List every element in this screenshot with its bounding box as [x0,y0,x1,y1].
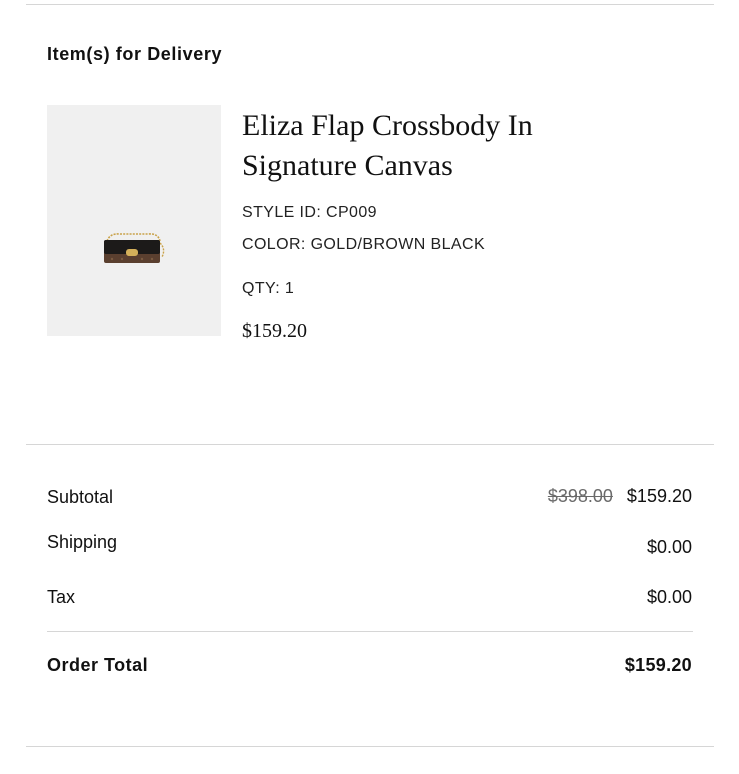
tax-label: Tax [47,587,76,607]
subtotal-original-price: $398.00 [547,486,613,506]
product-price: $159.20 [242,320,307,342]
subtotal-value: $159.20 [626,486,692,506]
product-style-id: STYLE ID: CP009 [242,204,377,221]
product-image[interactable] [47,105,221,336]
crossbody-bag-image [104,233,165,263]
product-color: COLOR: GOLD/BROWN BLACK [242,236,486,253]
subtotal-label: Subtotal [47,487,114,507]
subtotal-values: $398.00 $159.20 [548,486,692,507]
bottom-divider [26,746,714,747]
product-quantity: QTY: 1 [242,280,295,297]
items-divider [26,444,714,445]
delivery-heading: Item(s) for Delivery [47,44,223,64]
order-total-value: $159.20 [624,655,692,675]
shipping-label: Shipping [47,532,118,552]
total-divider [47,631,693,632]
shipping-value: $0.00 [646,537,692,557]
product-name[interactable]: Eliza Flap Crossbody In Signature Canvas [242,106,642,186]
tax-value: $0.00 [646,587,692,607]
order-total-label: Order Total [47,655,149,675]
top-divider [26,4,714,5]
